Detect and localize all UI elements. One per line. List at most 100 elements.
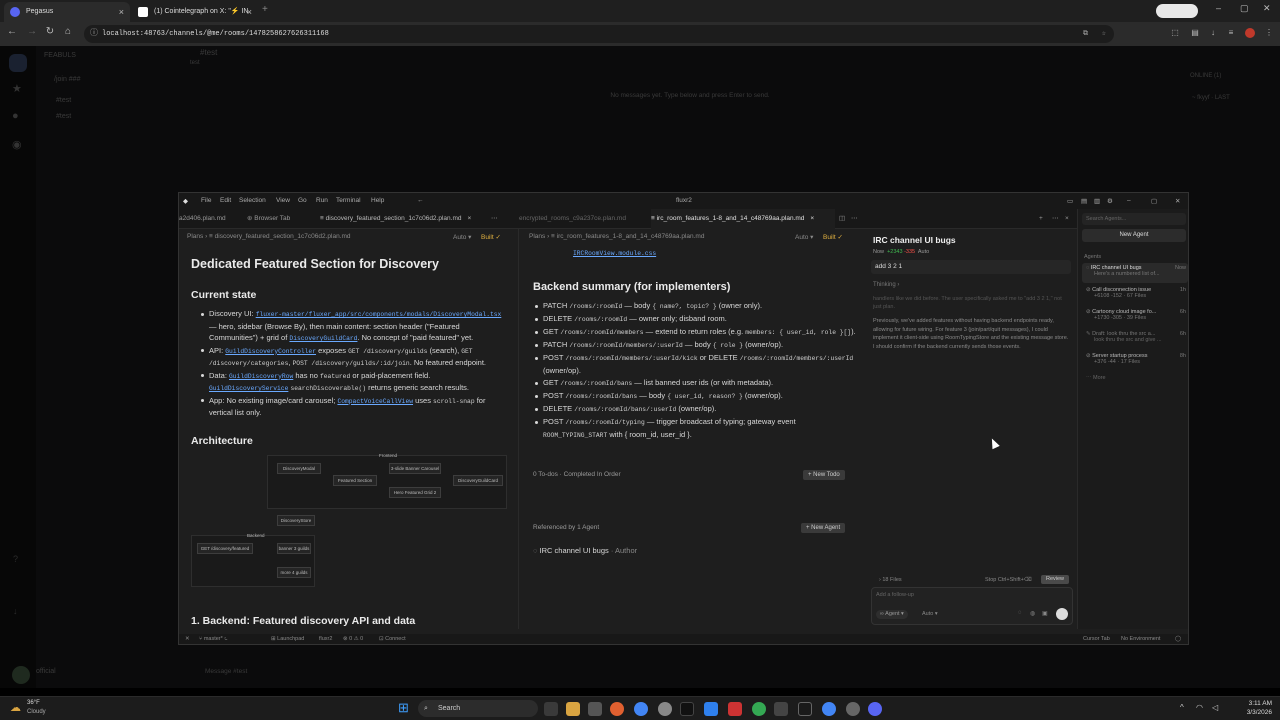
agent-search-input[interactable]: Search Agents... — [1082, 213, 1186, 225]
server-icon[interactable] — [9, 54, 27, 72]
agent-item[interactable]: ◌ IRC channel UI bugs Now Here's a numbere… — [1086, 265, 1186, 277]
cursor-tab-status[interactable]: Cursor Tab — [1083, 636, 1110, 642]
review-button[interactable]: Review — [1041, 575, 1070, 584]
downloads-icon[interactable]: ↓ — [1208, 28, 1218, 38]
file-link[interactable]: fluxer-master/fluxer_app/src/components/… — [256, 311, 502, 318]
file-explorer-icon[interactable] — [566, 702, 580, 716]
connect-status[interactable]: ⊡ Connect — [379, 636, 406, 642]
profile-chip[interactable] — [1156, 4, 1198, 18]
start-icon[interactable]: ⊞ — [398, 701, 412, 715]
clock-time[interactable]: 3:11 AM — [1232, 700, 1272, 707]
menu-run[interactable]: Run — [316, 197, 328, 204]
profile-avatar[interactable] — [1245, 28, 1255, 38]
stop-button[interactable]: Stop Ctrl+Shift+⌫ — [985, 577, 1032, 583]
install-app-icon[interactable]: ⧉ — [1083, 25, 1088, 43]
new-tab-icon[interactable]: + — [262, 4, 268, 15]
weather-icon[interactable]: ☁ — [10, 701, 26, 715]
menu-help[interactable]: Help — [371, 197, 384, 204]
settings-gear-icon[interactable]: ⚙ — [1107, 197, 1113, 205]
home-icon[interactable]: ⌂ — [60, 26, 76, 37]
file-link[interactable]: GuildDiscoveryRow — [229, 373, 293, 380]
thinking-toggle[interactable]: Thinking › — [873, 282, 899, 288]
chat-composer[interactable]: Add a follow-up ∞ Agent ▾ Auto ▾ ◌ ◍ ▣ — [871, 587, 1073, 625]
tab-encrypted-rooms[interactable]: encrypted_rooms_c9a237ce.plan.md — [519, 209, 649, 229]
chrome-menu-icon[interactable]: ⋮ — [1264, 28, 1274, 38]
help-icon[interactable]: ? — [13, 554, 18, 564]
sidebar-icon[interactable]: ▥ — [1094, 197, 1100, 205]
app-icon[interactable] — [658, 702, 672, 716]
send-button[interactable] — [1056, 608, 1068, 620]
cursor-app-icon[interactable] — [798, 702, 812, 716]
avatar[interactable] — [12, 666, 30, 684]
maximize-icon[interactable]: ▢ — [1240, 3, 1249, 14]
app-icon[interactable] — [728, 702, 742, 716]
mode-select[interactable]: Auto ▾ — [453, 233, 471, 241]
site-info-icon[interactable]: ⓘ — [90, 25, 98, 43]
taskbar-search[interactable]: ⌕ Search — [418, 700, 538, 717]
app-icon[interactable] — [610, 702, 624, 716]
branch-status[interactable]: ⑂ master* ↻ — [199, 636, 228, 642]
minimize-icon[interactable]: – — [1127, 197, 1131, 204]
bookmark-star-icon[interactable]: ☆ — [1102, 25, 1106, 43]
tiktok-icon[interactable] — [680, 702, 694, 716]
clock-date[interactable]: 3/3/2026 — [1232, 709, 1272, 716]
browser-tab-pegasus[interactable]: Pegasus × — [4, 2, 130, 22]
more-icon[interactable]: ⋯ — [851, 209, 863, 229]
files-summary[interactable]: › 18 Files — [879, 577, 902, 583]
address-bar[interactable]: ⓘ localhost:48763/channels/@me/rooms/147… — [84, 25, 1114, 43]
room-item[interactable]: #test — [56, 113, 71, 120]
new-agent-button[interactable]: + New Agent — [801, 523, 846, 533]
tab-browser[interactable]: ⊕ Browser Tab — [247, 209, 317, 229]
tray-chevron-icon[interactable]: ^ — [1180, 703, 1184, 712]
agent-reference[interactable]: ◌ IRC channel UI bugs · Author — [533, 546, 637, 555]
app-icon[interactable] — [588, 702, 602, 716]
more-agents-link[interactable]: ⋯ More — [1086, 375, 1186, 381]
star-icon[interactable]: ★ — [12, 82, 22, 95]
vscode-icon[interactable] — [704, 702, 718, 716]
menu-terminal[interactable]: Terminal — [336, 197, 361, 204]
file-link[interactable]: GuildDiscoveryController — [225, 348, 316, 355]
volume-icon[interactable]: ◁ — [1212, 703, 1218, 712]
launchpad-status[interactable]: ⊞ Launchpad — [271, 636, 304, 642]
app-icon[interactable] — [846, 702, 860, 716]
users-icon[interactable]: ● — [12, 110, 19, 122]
panel-icon[interactable]: ▤ — [1081, 197, 1087, 205]
browser-tab-cointelegraph[interactable]: (1) Cointelegraph on X: "⚡ IN × — [132, 2, 258, 22]
menu-edit[interactable]: Edit — [220, 197, 231, 204]
menu-view[interactable]: View — [276, 197, 290, 204]
wifi-icon[interactable]: ◠ — [1196, 703, 1203, 712]
workspace-status[interactable]: fluxr2 — [319, 636, 332, 642]
agent-mode-select[interactable]: ∞ Agent ▾ — [876, 610, 908, 619]
extensions-icon[interactable]: ⬚ — [1170, 28, 1180, 38]
globe-icon[interactable]: ◍ — [1030, 610, 1035, 617]
new-chat-icon[interactable]: + — [1039, 209, 1049, 229]
close-tab-icon[interactable]: × — [247, 2, 252, 22]
back-icon[interactable]: ← — [4, 26, 20, 37]
back-arrow-icon[interactable]: ← — [417, 197, 424, 204]
agent-item[interactable]: ⊘ Server startup process 8h +376 -44 · 17 … — [1086, 353, 1186, 365]
file-link[interactable]: GuildDiscoveryService — [209, 385, 288, 392]
agent-item[interactable]: ⊘ Call disconnection issue 1h +6108 -152 ·… — [1086, 287, 1186, 299]
layout-icon[interactable]: ▭ — [1067, 197, 1073, 205]
model-select[interactable]: Auto ▾ — [922, 610, 938, 619]
menu-selection[interactable]: Selection — [239, 197, 266, 204]
room-item[interactable]: #test — [56, 97, 71, 104]
menu-file[interactable]: File — [201, 197, 211, 204]
agent-item[interactable]: ⊘ Cartoony cloud image fo... 6h +1730 -305… — [1086, 309, 1186, 321]
task-view-icon[interactable] — [544, 702, 558, 716]
user-message[interactable]: add 3 2 1 — [871, 260, 1071, 274]
chrome-icon[interactable] — [822, 702, 836, 716]
forward-icon[interactable]: → — [24, 26, 40, 37]
new-todo-button[interactable]: + New Todo — [803, 470, 845, 480]
chrome-icon[interactable] — [752, 702, 766, 716]
chat-more-icon[interactable]: ⋯ — [1052, 209, 1062, 229]
file-link[interactable]: DiscoveryGuildCard — [289, 335, 357, 342]
mode-select[interactable]: Auto ▾ — [795, 233, 813, 241]
menu-go[interactable]: Go — [298, 197, 307, 204]
remote-icon[interactable]: ✕ — [185, 636, 190, 642]
file-link[interactable]: CompactVoiceCallView — [337, 398, 413, 405]
composer-placeholder[interactable]: Add a follow-up — [876, 592, 914, 598]
split-icon[interactable]: ⋯ — [491, 209, 501, 229]
split-view-icon[interactable]: ▤ — [1190, 28, 1200, 38]
tab-irc-plan[interactable]: ≡ irc_room_features_1-8_and_14_c48769aa.… — [651, 209, 835, 229]
